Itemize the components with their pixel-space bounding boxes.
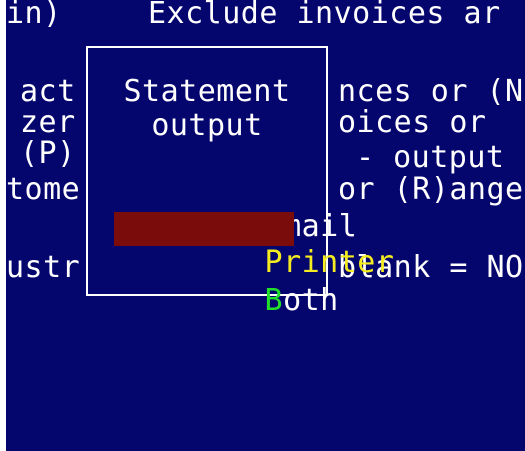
bg-row2-right: oices or xyxy=(338,105,487,140)
bg-row0-left: in) xyxy=(6,0,62,31)
screen: in) Exclude invoices ar act nces or (N z… xyxy=(0,0,525,451)
bg-row3-right: - output xyxy=(356,140,505,175)
bg-row4-right: or (R)ange xyxy=(338,172,524,207)
bg-row0-right: Exclude invoices ar xyxy=(148,0,501,31)
option-both[interactable]: Both xyxy=(116,250,339,318)
bg-row3-left: (P) xyxy=(20,136,76,171)
bg-row5-left: ustr xyxy=(6,250,81,285)
option-both-label: oth xyxy=(283,283,339,318)
statement-output-dialog: Statement output Email Printer Both xyxy=(86,46,394,318)
dialog-title-line1: Statement xyxy=(123,74,291,109)
option-printer[interactable]: Printer xyxy=(114,212,394,280)
dialog-title-line2: output xyxy=(151,108,263,143)
option-email[interactable]: Email xyxy=(116,176,357,244)
terminal-window: in) Exclude invoices ar act nces or (N z… xyxy=(6,0,525,451)
bg-row4-left: tome xyxy=(6,172,81,207)
option-both-hotkey: B xyxy=(264,283,284,318)
option-email-label: mail xyxy=(283,209,358,244)
